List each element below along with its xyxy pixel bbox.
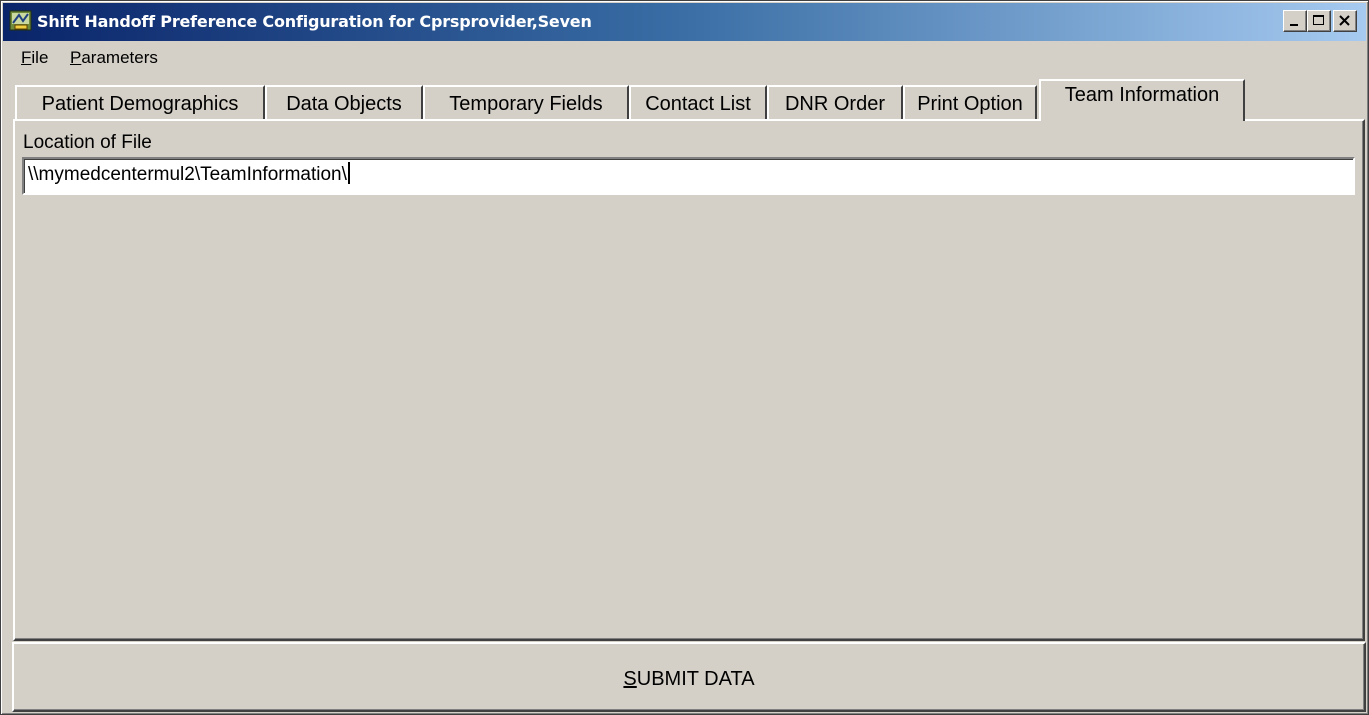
submit-mnemonic: S bbox=[623, 668, 637, 690]
menu-parameters[interactable]: Parameters bbox=[70, 48, 158, 68]
menu-file[interactable]: File bbox=[21, 48, 48, 68]
close-button[interactable] bbox=[1333, 10, 1357, 32]
tab-team-information[interactable]: Team Information bbox=[1039, 79, 1245, 121]
submit-label: UBMIT DATA bbox=[636, 668, 755, 690]
title-bar[interactable]: Shift Handoff Preference Configuration f… bbox=[3, 3, 1366, 41]
tab-patient-demographics[interactable]: Patient Demographics bbox=[15, 85, 265, 119]
menu-parameters-label: arameters bbox=[81, 48, 158, 67]
menu-file-label: ile bbox=[31, 48, 49, 67]
tab-contact-list[interactable]: Contact List bbox=[629, 85, 767, 119]
window-title: Shift Handoff Preference Configuration f… bbox=[37, 12, 592, 31]
main-window: Shift Handoff Preference Configuration f… bbox=[0, 0, 1369, 715]
location-of-file-value: \\mymedcentermul2\TeamInformation\ bbox=[28, 164, 347, 185]
minimize-button[interactable] bbox=[1283, 10, 1307, 32]
location-of-file-label: Location of File bbox=[23, 132, 152, 153]
tab-strip: Patient Demographics Data Objects Tempor… bbox=[15, 79, 1360, 121]
menu-parameters-mnemonic: P bbox=[70, 48, 82, 67]
maximize-icon bbox=[1313, 15, 1324, 25]
close-icon bbox=[1339, 15, 1350, 26]
tab-temporary-fields[interactable]: Temporary Fields bbox=[423, 85, 629, 119]
location-of-file-input[interactable]: \\mymedcentermul2\TeamInformation\ bbox=[22, 157, 1355, 195]
menu-bar: File Parameters bbox=[3, 41, 1366, 73]
team-information-panel: Location of File \\mymedcentermul2\TeamI… bbox=[13, 119, 1365, 641]
app-icon bbox=[9, 9, 33, 33]
tab-dnr-order[interactable]: DNR Order bbox=[767, 85, 903, 119]
submit-data-button[interactable]: SUBMIT DATA bbox=[12, 642, 1366, 712]
tab-print-option[interactable]: Print Option bbox=[903, 85, 1037, 119]
text-caret bbox=[347, 162, 350, 184]
minimize-icon bbox=[1290, 24, 1298, 26]
menu-file-mnemonic: F bbox=[21, 48, 32, 67]
maximize-button[interactable] bbox=[1307, 10, 1331, 32]
tab-data-objects[interactable]: Data Objects bbox=[265, 85, 423, 119]
